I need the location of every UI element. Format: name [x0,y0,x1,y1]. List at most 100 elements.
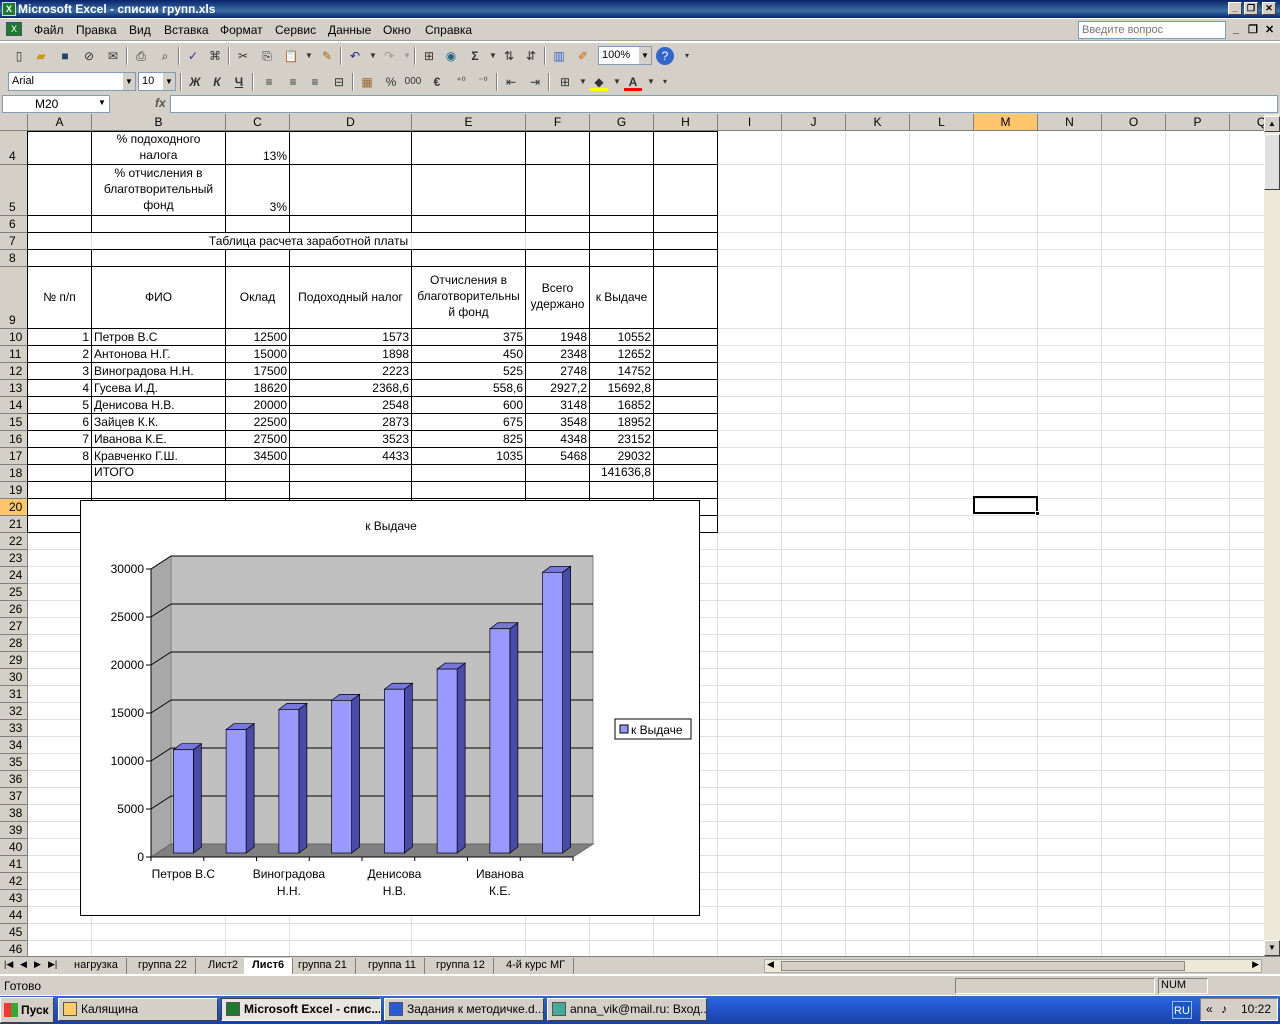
row-header-6[interactable]: 6 [0,216,28,233]
menu-view[interactable]: Вид [129,23,151,37]
zoom-select[interactable]: 100% ▼ [598,46,652,65]
chevron-down-icon[interactable]: ▼ [123,73,135,90]
row-fio[interactable]: Петров В.С [94,329,227,345]
doc-restore-icon[interactable]: ❐ [1248,23,1258,36]
row-header-8[interactable]: 8 [0,250,28,267]
row-tax[interactable]: 2368,6 [290,380,411,396]
row-payout[interactable]: 15692,8 [590,380,653,396]
clock[interactable]: 10:22 [1241,999,1271,1020]
scroll-down-button[interactable]: ▼ [1264,940,1280,956]
document-icon[interactable]: X [6,22,22,36]
row-header-28[interactable]: 28 [0,635,28,652]
column-header-o[interactable]: O [1102,114,1166,131]
research-icon[interactable]: ⌘ [206,47,224,65]
align-right-icon[interactable]: ≡ [306,73,324,91]
row-withheld[interactable]: 4348 [526,431,589,447]
doc-close-icon[interactable]: ✕ [1265,23,1274,36]
autosum-icon[interactable]: Σ [466,47,484,65]
row-header-21[interactable]: 21 [0,516,28,533]
paste-icon[interactable]: 📋 [282,47,300,65]
row-fio[interactable]: Виноградова Н.Н. [94,363,227,379]
toolbar-options-icon[interactable]: ▾ [678,47,696,65]
first-sheet-icon[interactable]: |◀ [4,959,13,970]
row-num[interactable]: 6 [28,414,91,430]
formula-input[interactable] [170,95,1278,113]
row-tax[interactable]: 2223 [290,363,411,379]
sort-ascending-icon[interactable]: ⇅ [500,47,518,65]
row-num[interactable]: 1 [28,329,91,345]
row-header-34[interactable]: 34 [0,737,28,754]
task-folder[interactable]: Калящина [58,998,218,1021]
row-num[interactable]: 5 [28,397,91,413]
row-header-32[interactable]: 32 [0,703,28,720]
row-header-45[interactable]: 45 [0,924,28,941]
row-header-44[interactable]: 44 [0,907,28,924]
row-header-24[interactable]: 24 [0,567,28,584]
undo-icon[interactable]: ↶ [346,47,364,65]
row-header-18[interactable]: 18 [0,465,28,482]
last-sheet-icon[interactable]: ▶| [48,959,57,970]
toolbar-options-icon[interactable]: ▾ [656,73,674,91]
param-charity-value[interactable]: 3% [226,199,289,215]
row-salary[interactable]: 17500 [226,363,289,379]
total-value[interactable]: 141636,8 [590,464,653,480]
row-header-9[interactable]: 9 [0,267,28,329]
borders-icon[interactable]: ⊞ [556,73,574,91]
volume-icon[interactable]: ♪ [1221,999,1227,1020]
hyperlink-icon[interactable]: ⊞ [420,47,438,65]
thousands-button[interactable]: 000 [404,73,422,91]
row-header-14[interactable]: 14 [0,397,28,414]
open-icon[interactable]: ▰ [32,47,50,65]
row-tax[interactable]: 1898 [290,346,411,362]
row-header-4[interactable]: 4 [0,131,28,165]
row-header-12[interactable]: 12 [0,363,28,380]
column-header-f[interactable]: F [526,114,590,131]
align-left-icon[interactable]: ≡ [260,73,278,91]
fill-color-icon[interactable]: ◆ [590,73,608,91]
minimize-button[interactable]: _ [1228,2,1242,15]
header-fio[interactable]: ФИО [92,289,225,305]
row-num[interactable]: 3 [28,363,91,379]
tray-expand-icon[interactable]: « [1206,999,1213,1020]
chart-wizard-icon[interactable]: ▥ [550,47,568,65]
sheet-tab[interactable]: группа 22 [130,958,196,974]
row-salary[interactable]: 15000 [226,346,289,362]
row-payout[interactable]: 14752 [590,363,653,379]
row-fio[interactable]: Кравченко Г.Ш. [94,448,227,464]
row-tax[interactable]: 2548 [290,397,411,413]
row-header-25[interactable]: 25 [0,584,28,601]
merge-center-icon[interactable]: ⊟ [330,73,348,91]
restore-button[interactable]: ❐ [1244,2,1258,15]
row-header-42[interactable]: 42 [0,873,28,890]
row-fio[interactable]: Зайцев К.К. [94,414,227,430]
decrease-decimal-icon[interactable]: ⁻⁰ [474,73,492,91]
select-all-corner[interactable] [0,114,28,131]
name-box[interactable]: M20 [2,95,110,113]
row-withheld[interactable]: 3148 [526,397,589,413]
horizontal-scrollbar[interactable]: ◀ ▶ [764,959,1262,973]
row-charity[interactable]: 558,6 [412,380,525,396]
table-title[interactable]: Таблица расчета заработной платы [28,233,589,249]
row-header-11[interactable]: 11 [0,346,28,363]
column-header-p[interactable]: P [1166,114,1230,131]
language-indicator[interactable]: RU [1172,1001,1192,1019]
row-header-15[interactable]: 15 [0,414,28,431]
print-icon[interactable]: ⎙ [132,47,150,65]
cut-icon[interactable]: ✂ [234,47,252,65]
header-charity[interactable]: Отчисления в благотворительны й фонд [412,272,525,320]
sheet-tab[interactable]: группа 11 [360,958,426,974]
column-header-q[interactable]: Q [1230,114,1264,131]
help-icon[interactable]: ? [656,47,674,65]
param-charity-label[interactable]: % отчисления в благотворительный фонд [92,165,225,213]
header-payout[interactable]: к Выдаче [590,289,653,305]
row-header-5[interactable]: 5 [0,165,28,216]
row-header-29[interactable]: 29 [0,652,28,669]
param-tax-value[interactable]: 13% [226,148,289,164]
horizontal-scroll-thumb[interactable] [781,961,1185,971]
task-excel[interactable]: Microsoft Excel - спис... [221,998,381,1021]
menu-window[interactable]: Окно [383,23,411,37]
row-num[interactable]: 2 [28,346,91,362]
drawing-icon[interactable]: ✐ [574,47,592,65]
close-button[interactable]: ✕ [1262,2,1276,15]
task-word[interactable]: Задания к методичке.d... [384,998,544,1021]
